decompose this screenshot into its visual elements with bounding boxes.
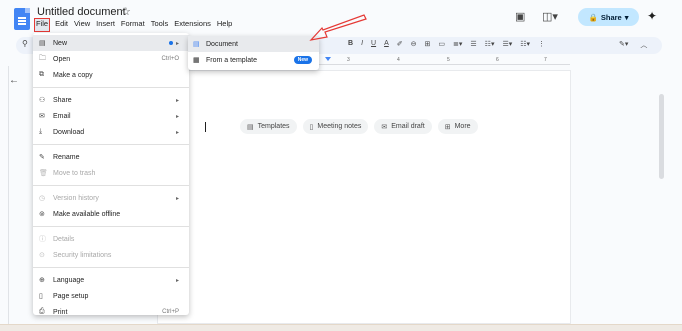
- annotation-arrow: [309, 14, 367, 41]
